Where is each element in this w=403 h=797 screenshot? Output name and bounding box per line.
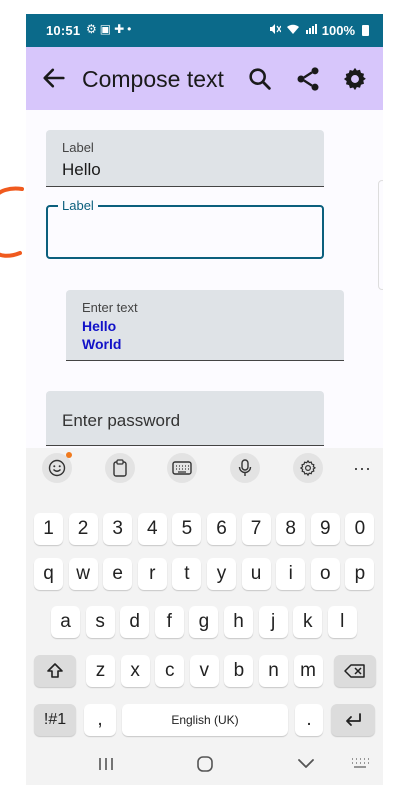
navigation-bar — [26, 744, 383, 785]
password-placeholder: Enter password — [62, 411, 181, 430]
recent-apps-icon[interactable] — [94, 754, 118, 774]
key-3[interactable]: 3 — [103, 513, 133, 545]
key-z[interactable]: z — [86, 655, 115, 687]
key-m[interactable]: m — [293, 655, 323, 687]
screen-frame: 10:51 ⚙▣✚• 100% Compose text Label Hello… — [0, 0, 403, 797]
field-line-2: World — [82, 336, 122, 352]
back-arrow-icon[interactable] — [40, 64, 68, 92]
status-left-icons: ⚙▣✚• — [86, 22, 134, 36]
shift-icon — [47, 663, 63, 678]
soft-keyboard: ··· !#1 , English (UK) . 1234567890 qwert… — [26, 448, 383, 785]
keyboard-icon[interactable] — [167, 453, 197, 483]
enter-icon — [346, 713, 361, 726]
key-h[interactable]: h — [224, 606, 253, 638]
gear-icon: ⚙ — [86, 22, 100, 36]
shift-key[interactable] — [34, 655, 76, 687]
field-value: Hello — [62, 160, 101, 179]
multiline-text-field[interactable]: Enter text Hello World — [66, 290, 344, 361]
clipboard-icon[interactable] — [105, 453, 135, 483]
scroll-edge-indicator — [378, 180, 383, 290]
field-label: Enter text — [82, 300, 138, 315]
notification-dot — [66, 452, 72, 458]
key-p[interactable]: p — [345, 558, 375, 590]
key-7[interactable]: 7 — [241, 513, 271, 545]
share-icon[interactable] — [294, 65, 322, 93]
period-key[interactable]: . — [295, 704, 323, 736]
key-c[interactable]: c — [155, 655, 185, 687]
battery-text: 100% — [321, 23, 355, 38]
mute-icon — [269, 23, 282, 38]
keyboard-toolbar: ··· — [26, 448, 383, 492]
key-r[interactable]: r — [137, 558, 167, 590]
key-8[interactable]: 8 — [276, 513, 306, 545]
home-icon[interactable] — [193, 754, 217, 774]
key-n[interactable]: n — [259, 655, 288, 687]
phone-screen: 10:51 ⚙▣✚• 100% Compose text Label Hello… — [26, 14, 383, 785]
photo-icon: ▣ — [99, 22, 115, 36]
label-text-field[interactable]: Label Hello — [46, 130, 324, 187]
key-s[interactable]: s — [85, 606, 115, 638]
key-x[interactable]: x — [120, 655, 150, 687]
app-bar: Compose text — [26, 47, 383, 110]
field-line-1: Hello — [82, 318, 117, 334]
comma-key[interactable]: , — [84, 704, 116, 736]
key-1[interactable]: 1 — [34, 513, 63, 545]
key-l[interactable]: l — [327, 606, 357, 638]
keyboard-settings-gear-icon[interactable] — [293, 453, 323, 483]
search-icon[interactable] — [246, 65, 274, 93]
battery-icon — [362, 25, 369, 36]
backspace-icon — [344, 664, 365, 678]
annotation-bracket — [0, 186, 24, 258]
key-q[interactable]: q — [34, 558, 63, 590]
key-i[interactable]: i — [276, 558, 306, 590]
key-y[interactable]: y — [207, 558, 236, 590]
key-o[interactable]: o — [310, 558, 340, 590]
key-w[interactable]: w — [68, 558, 98, 590]
back-chevron-icon[interactable] — [294, 754, 318, 774]
mic-icon[interactable] — [230, 453, 260, 483]
key-d[interactable]: d — [120, 606, 150, 638]
enter-key[interactable] — [331, 704, 375, 736]
key-a[interactable]: a — [51, 606, 80, 638]
gear-icon[interactable] — [341, 65, 369, 93]
password-field[interactable]: Enter password — [46, 391, 324, 446]
signal-icon — [305, 23, 317, 38]
key-5[interactable]: 5 — [172, 513, 202, 545]
keyboard-switch-icon[interactable] — [348, 754, 372, 774]
backspace-key[interactable] — [334, 655, 376, 687]
key-g[interactable]: g — [189, 606, 219, 638]
field-label: Label — [58, 198, 98, 213]
key-0[interactable]: 0 — [345, 513, 375, 545]
key-k[interactable]: k — [293, 606, 323, 638]
status-bar: 10:51 ⚙▣✚• 100% — [26, 14, 383, 47]
key-j[interactable]: j — [258, 606, 288, 638]
key-f[interactable]: f — [154, 606, 184, 638]
dot-icon: • — [127, 22, 135, 36]
key-u[interactable]: u — [241, 558, 271, 590]
key-b[interactable]: b — [224, 655, 254, 687]
page-title: Compose text — [82, 66, 224, 92]
key-2[interactable]: 2 — [68, 513, 98, 545]
symbols-key[interactable]: !#1 — [34, 704, 76, 736]
key-t[interactable]: t — [172, 558, 202, 590]
space-key[interactable]: English (UK) — [122, 704, 288, 736]
key-v[interactable]: v — [189, 655, 219, 687]
key-6[interactable]: 6 — [207, 513, 236, 545]
outlined-text-field[interactable]: Label — [46, 198, 324, 259]
key-4[interactable]: 4 — [137, 513, 167, 545]
settings-badge-icon: ✚ — [114, 22, 128, 36]
key-9[interactable]: 9 — [310, 513, 340, 545]
field-label: Label — [62, 140, 94, 155]
status-right: 100% — [269, 23, 369, 38]
key-e[interactable]: e — [103, 558, 133, 590]
more-icon[interactable]: ··· — [347, 453, 377, 483]
wifi-icon — [286, 23, 300, 38]
status-time: 10:51 — [46, 23, 81, 38]
